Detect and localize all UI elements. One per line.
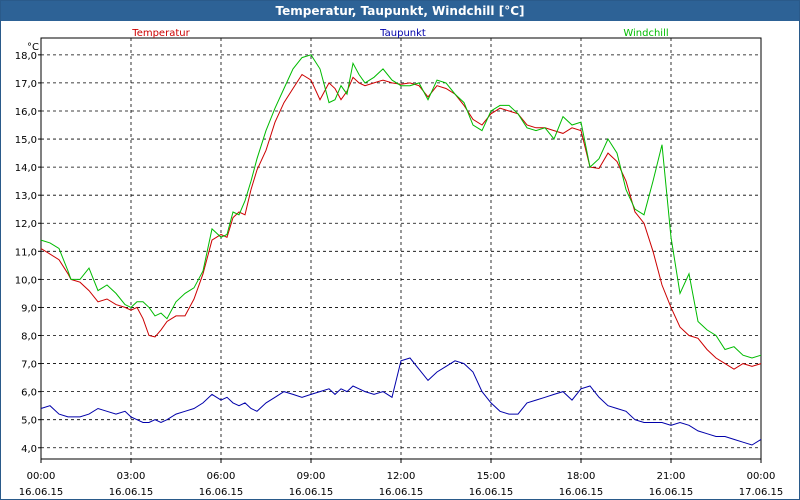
x-tick-time-label: 00:00 bbox=[747, 471, 776, 482]
series-line-taupunkt bbox=[40, 357, 762, 446]
y-tick-label: 15,0 bbox=[15, 135, 37, 146]
x-tick-time-label: 18:00 bbox=[567, 471, 596, 482]
x-tick-time-label: 15:00 bbox=[477, 471, 506, 482]
x-tick-date-label: 16.06.15 bbox=[379, 487, 424, 498]
y-axis: 4,0 5,0 6,0 7,0 8,0 9,0 10,0 11,0 12,0 13,0 14,0 15… bbox=[15, 51, 41, 455]
y-tick-label: 9,0 bbox=[21, 303, 37, 314]
x-tick-time-label: 03:00 bbox=[117, 471, 146, 482]
legend-entry-temperatur: Temperatur bbox=[131, 28, 190, 39]
x-tick-date-label: 17.06.15 bbox=[739, 487, 784, 498]
x-tick-time-label: 00:00 bbox=[27, 471, 56, 482]
legend-entry-windchill: Windchill bbox=[623, 28, 668, 39]
x-tick-date-label: 16.06.15 bbox=[649, 487, 694, 498]
y-tick-label: 14,0 bbox=[15, 163, 37, 174]
x-tick-date-label: 16.06.15 bbox=[469, 487, 514, 498]
x-tick-time-label: 12:00 bbox=[387, 471, 416, 482]
legend: Temperatur Taupunkt Windchill bbox=[131, 28, 668, 39]
x-tick-date-label: 16.06.15 bbox=[289, 487, 334, 498]
x-tick-date-label: 16.06.15 bbox=[19, 487, 64, 498]
y-tick-label: 16,0 bbox=[15, 107, 37, 118]
y-tick-label: 13,0 bbox=[15, 191, 37, 202]
y-tick-label: 6,0 bbox=[21, 388, 37, 399]
x-tick-date-label: 16.06.15 bbox=[199, 487, 244, 498]
x-axis: 00:00 16.06.15 03:00 16.06.15 06:00 16.06.15 0… bbox=[19, 459, 784, 498]
y-tick-label: 10,0 bbox=[15, 275, 37, 286]
chart-window: Temperatur, Taupunkt, Windchill [°C] 4,0… bbox=[0, 0, 800, 500]
x-tick-date-label: 16.06.15 bbox=[559, 487, 604, 498]
x-tick-date-label: 16.06.15 bbox=[109, 487, 154, 498]
x-tick-time-label: 06:00 bbox=[207, 471, 236, 482]
y-axis-unit-label: °C bbox=[27, 42, 39, 53]
x-tick-time-label: 21:00 bbox=[657, 471, 686, 482]
grid-lines bbox=[41, 38, 761, 459]
y-tick-label: 8,0 bbox=[21, 332, 37, 343]
y-tick-label: 17,0 bbox=[15, 79, 37, 90]
legend-entry-taupunkt: Taupunkt bbox=[379, 28, 426, 39]
y-tick-label: 12,0 bbox=[15, 219, 37, 230]
x-tick-time-label: 09:00 bbox=[297, 471, 326, 482]
y-tick-label: 5,0 bbox=[21, 416, 37, 427]
y-tick-label: 7,0 bbox=[21, 360, 37, 371]
y-tick-label: 11,0 bbox=[15, 247, 37, 258]
y-tick-label: 4,0 bbox=[21, 444, 37, 455]
line-chart: 4,0 5,0 6,0 7,0 8,0 9,0 10,0 11,0 12,0 13,0 14,0 15… bbox=[15, 28, 784, 498]
